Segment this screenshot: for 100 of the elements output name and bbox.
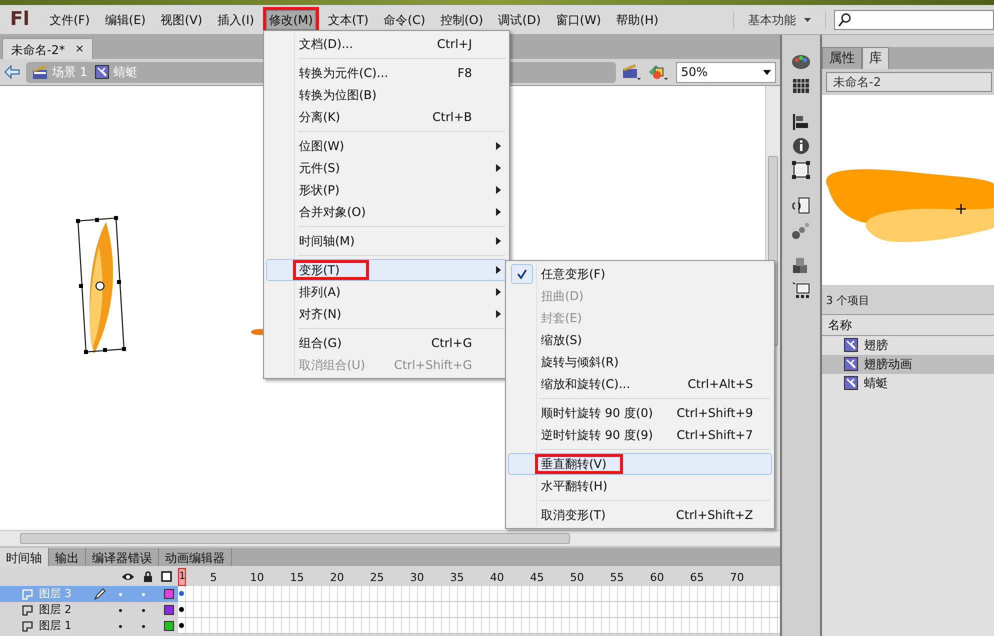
symbol-icon — [844, 357, 858, 371]
menu-item[interactable]: 缩放(S) — [508, 329, 772, 351]
symbol-icon — [844, 376, 858, 390]
search-icon — [838, 12, 851, 26]
item-count: 3 个项目 — [825, 293, 870, 309]
close-button[interactable]: × — [74, 41, 84, 57]
document-tab[interactable]: 未命名-2* × — [2, 38, 94, 59]
menu-item[interactable]: 取消变形(T) Ctrl+Shift+Z — [508, 504, 772, 526]
panel-tab[interactable]: 动画编辑器 — [159, 548, 232, 566]
menu-item[interactable]: 转换为位图(B) — [266, 84, 507, 106]
transform-icon[interactable] — [791, 161, 811, 179]
menu-item[interactable]: 排列(A) — [266, 281, 507, 303]
layer-name: 图层 1 — [39, 618, 72, 634]
frame-number: 40 — [489, 570, 505, 586]
menu-item[interactable]: 组合(G) Ctrl+G — [266, 332, 507, 354]
menu-item[interactable]: 形状(P) — [266, 179, 507, 201]
visibility-dot[interactable] — [119, 624, 122, 628]
layer-row[interactable]: 图层 1 — [0, 618, 178, 634]
library-folder-icon[interactable] — [791, 281, 811, 299]
frame-number: 25 — [369, 570, 385, 586]
lock-dot[interactable] — [142, 608, 145, 612]
workspace-switcher[interactable]: 基本功能 — [733, 10, 826, 28]
menu-item[interactable]: 帮助(H) — [610, 6, 664, 32]
visibility-dot[interactable] — [119, 592, 122, 596]
library-item[interactable]: 翅膀动画 — [822, 354, 994, 374]
frame-number: 15 — [289, 570, 305, 586]
menu-item[interactable]: 水平翻转(H) — [508, 475, 772, 497]
lock-dot[interactable] — [142, 592, 145, 596]
frame-number: 55 — [609, 570, 625, 586]
menu-item[interactable]: 任意变形(F) — [508, 263, 772, 285]
menu-item[interactable]: 垂直翻转(V) — [508, 453, 772, 475]
menu-item[interactable]: 缩放和旋转(C)... Ctrl+Alt+S — [508, 373, 772, 395]
document-dropdown[interactable]: 未命名-2 — [826, 72, 992, 92]
layer-icon — [22, 604, 33, 616]
motion-dots-icon[interactable] — [791, 221, 811, 239]
menu-item[interactable]: 元件(S) — [266, 157, 507, 179]
menu-item[interactable]: 顺时针旋转 90 度(0) Ctrl+Shift+9 — [508, 402, 772, 424]
keyframe-dot — [179, 623, 184, 628]
menu-item[interactable]: 编辑(E) — [98, 6, 152, 32]
menu-item[interactable]: 时间轴(M) — [266, 230, 507, 252]
symbol-icon — [844, 338, 858, 352]
menu-item[interactable]: 旋转与倾斜(R) — [508, 351, 772, 373]
layer-name: 图层 2 — [39, 602, 72, 618]
menu-item[interactable]: 合并对象(O) — [266, 201, 507, 223]
back-arrow-icon[interactable] — [4, 65, 20, 79]
menu-item[interactable]: 窗口(W) — [550, 6, 608, 32]
lock-dot[interactable] — [142, 624, 145, 628]
menu-item[interactable]: 对齐(N) — [266, 303, 507, 325]
menu-item[interactable]: 分离(K) Ctrl+B — [266, 106, 507, 128]
outline-icon — [161, 570, 172, 582]
menu-item[interactable]: 变形(T) — [266, 259, 507, 281]
horizontal-scrollbar[interactable] — [0, 530, 780, 546]
layer-row[interactable]: 图层 2 — [0, 602, 178, 618]
code-page-icon[interactable] — [791, 197, 811, 215]
panel-tab[interactable]: 时间轴 — [0, 548, 49, 566]
edit-scene-icon[interactable] — [622, 63, 642, 81]
menu-item[interactable]: 修改(M) — [263, 6, 319, 32]
panel-tab[interactable]: 库 — [862, 46, 889, 69]
frame-number: 10 — [249, 570, 265, 586]
layer-name: 图层 3 — [39, 586, 72, 602]
swatches-icon[interactable] — [791, 77, 811, 95]
eye-icon — [121, 572, 135, 580]
frame-number: 65 — [689, 570, 705, 586]
shape-fragment — [250, 328, 264, 336]
frame-number: 5 — [209, 570, 218, 586]
palette-icon[interactable] — [791, 53, 811, 71]
frame-number: 50 — [569, 570, 585, 586]
library-item[interactable]: 蜻蜓 — [822, 374, 994, 392]
menu-item[interactable]: 插入(I) — [211, 6, 260, 32]
layer-icon — [22, 620, 33, 632]
keyframe-dot — [179, 607, 184, 612]
menu-item[interactable]: 文件(F) — [44, 6, 96, 32]
menu-item[interactable]: 调试(D) — [492, 6, 547, 32]
clapperboard-icon — [32, 64, 48, 80]
align-icon[interactable] — [791, 113, 811, 131]
info-icon[interactable] — [791, 137, 811, 155]
menu-item[interactable]: 文档(D)... Ctrl+J — [266, 33, 507, 55]
visibility-dot[interactable] — [119, 608, 122, 612]
menu-item[interactable]: 逆时针旋转 90 度(9) Ctrl+Shift+7 — [508, 424, 772, 446]
frame-number: 45 — [529, 570, 545, 586]
panel-tab[interactable]: 编译器错误 — [86, 548, 159, 566]
frame-number: 20 — [329, 570, 345, 586]
panel-tab[interactable]: 输出 — [49, 548, 86, 566]
menu-item[interactable]: 命令(C) — [378, 6, 432, 32]
menu-item[interactable]: 位图(W) — [266, 135, 507, 157]
caret-icon — [804, 18, 811, 22]
frame-number: 35 — [449, 570, 465, 586]
search-field[interactable] — [834, 10, 994, 30]
playhead[interactable]: 1 — [178, 568, 186, 586]
frame-number: 60 — [649, 570, 665, 586]
menu-item[interactable]: 转换为元件(C)... F8 — [266, 62, 507, 84]
symbol-icon — [95, 65, 110, 79]
column-header[interactable]: 名称 — [822, 314, 994, 336]
menu-item[interactable]: 控制(O) — [434, 6, 490, 32]
zoom-dropdown[interactable]: 50% — [676, 62, 776, 82]
edit-symbol-icon[interactable] — [648, 63, 670, 81]
frame-number: 70 — [729, 570, 745, 586]
pencil-icon — [94, 588, 106, 600]
menu-item[interactable]: 视图(V) — [154, 6, 208, 32]
menu-item[interactable]: 文本(T) — [322, 6, 375, 32]
